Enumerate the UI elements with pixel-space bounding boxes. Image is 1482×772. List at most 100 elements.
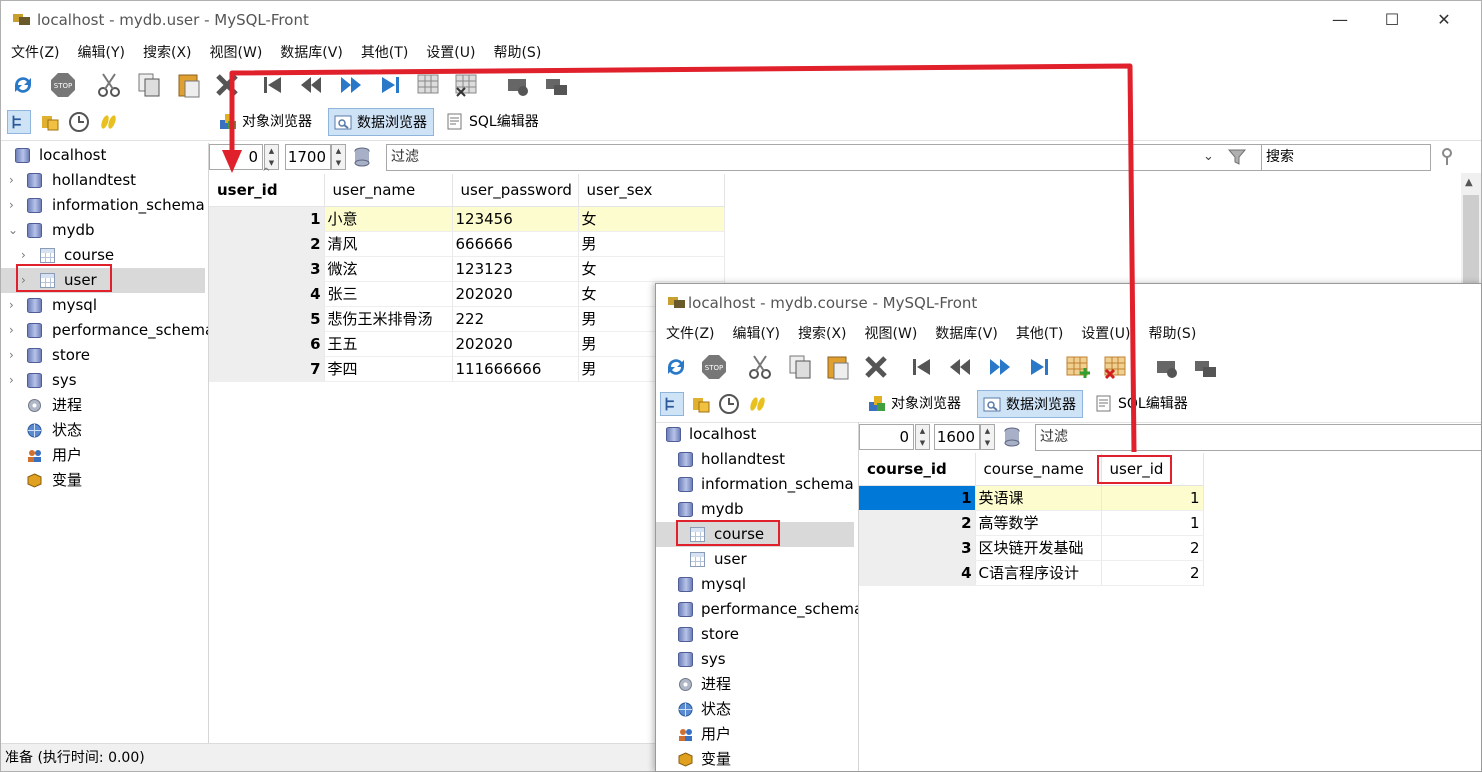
favorites-icon[interactable] <box>38 110 62 134</box>
tree-item-mydb[interactable]: ⌄ mydb <box>1 218 208 243</box>
tree-item-hollandtest[interactable]: › hollandtest <box>1 168 208 193</box>
offset-input[interactable]: 0 <box>859 424 914 450</box>
menu-settings[interactable]: 设置(U) <box>1071 320 1138 343</box>
expand-chevron-icon[interactable]: › <box>9 193 21 218</box>
limit-input[interactable]: 1600 <box>934 424 980 450</box>
table-row[interactable]: 5 悲伤王米排骨汤 222 男 <box>209 306 725 332</box>
post-icon[interactable] <box>1154 353 1182 381</box>
menu-help[interactable]: 帮助(S) <box>483 39 549 62</box>
table-row[interactable]: 2 高等数学 1 <box>859 510 1204 536</box>
column-header-user-name[interactable]: user_name <box>324 174 453 207</box>
delete-icon[interactable] <box>862 353 890 381</box>
previous-page-icon[interactable] <box>946 353 974 381</box>
menu-database[interactable]: 数据库(V) <box>270 39 351 62</box>
tree-item-mysql[interactable]: › mysql <box>1 293 208 318</box>
expand-chevron-icon[interactable]: › <box>9 168 21 193</box>
tree-item-variables[interactable]: 变量 <box>1 468 208 493</box>
scrollbar-thumb[interactable] <box>1463 195 1479 285</box>
collapse-chevron-icon[interactable]: ⌄ <box>8 218 20 243</box>
menu-other[interactable]: 其他(T) <box>1006 320 1071 343</box>
tree-item-processes[interactable]: 进程 <box>656 672 858 697</box>
table-row[interactable]: 4 C语言程序设计 2 <box>859 560 1204 586</box>
filter-dropdown-chevron-icon[interactable]: ⌄ <box>1203 149 1214 164</box>
minimize-button[interactable]: — <box>1317 6 1363 34</box>
limit-spinner[interactable]: ▲ ▼ <box>331 144 346 170</box>
menu-other[interactable]: 其他(T) <box>351 39 416 62</box>
tree-item-sys[interactable]: sys <box>656 647 858 672</box>
table-row[interactable]: 3 区块链开发基础 2 <box>859 535 1204 561</box>
expand-chevron-icon[interactable]: › <box>21 243 33 268</box>
first-record-icon[interactable] <box>259 71 287 99</box>
delete-row-icon[interactable] <box>1102 353 1130 381</box>
column-header-course-id[interactable]: course_id <box>859 453 976 486</box>
menu-help[interactable]: 帮助(S) <box>1138 320 1204 343</box>
history-icon[interactable] <box>67 110 91 134</box>
tree-view-icon[interactable] <box>660 392 684 416</box>
tree-item-user[interactable]: user <box>656 547 858 572</box>
menu-view[interactable]: 视图(W) <box>200 39 271 62</box>
cut-icon[interactable] <box>746 353 774 381</box>
filter-funnel-icon[interactable] <box>1227 147 1247 167</box>
tree-item-performance-schema[interactable]: performance_schema <box>656 597 858 622</box>
tab-object-browser[interactable]: 对象浏览器 <box>214 108 318 136</box>
tree-item-user[interactable]: › user <box>1 268 205 293</box>
sql-history-icon[interactable] <box>96 110 120 134</box>
table-row[interactable]: 1 小意 123456 女 <box>209 206 725 232</box>
favorites-icon[interactable] <box>689 392 713 416</box>
tree-item-information-schema[interactable]: information_schema <box>656 472 858 497</box>
column-header-user-id[interactable]: user_id <box>209 174 325 207</box>
limit-input[interactable]: 1700 <box>285 144 331 170</box>
menu-settings[interactable]: 设置(U) <box>416 39 483 62</box>
first-record-icon[interactable] <box>908 353 936 381</box>
stop-icon[interactable]: STOP <box>49 71 77 99</box>
tree-item-information-schema[interactable]: › information_schema <box>1 193 208 218</box>
menu-edit[interactable]: 编辑(Y) <box>68 39 133 62</box>
tree-item-users[interactable]: 用户 <box>656 722 858 747</box>
cut-icon[interactable] <box>95 71 123 99</box>
expand-chevron-icon[interactable]: › <box>9 318 21 343</box>
expand-chevron-icon[interactable]: › <box>9 293 21 318</box>
tab-sql-editor[interactable]: SQL编辑器 <box>1090 390 1194 418</box>
insert-row-icon[interactable] <box>415 71 443 99</box>
column-header-user-password[interactable]: user_password <box>452 174 579 207</box>
post-icon[interactable] <box>505 71 533 99</box>
delete-icon[interactable] <box>213 71 241 99</box>
tree-item-hollandtest[interactable]: hollandtest <box>656 447 858 472</box>
close-button[interactable]: ✕ <box>1421 6 1467 34</box>
tree-item-sys[interactable]: › sys <box>1 368 208 393</box>
search-input[interactable]: 搜索 <box>1261 144 1431 171</box>
tree-item-status[interactable]: 状态 <box>1 418 208 443</box>
column-header-user-sex[interactable]: user_sex <box>578 174 725 207</box>
vertical-scrollbar[interactable]: ▲ <box>1461 173 1481 289</box>
menu-edit[interactable]: 编辑(Y) <box>723 320 788 343</box>
tree-item-mydb[interactable]: mydb <box>656 497 858 522</box>
delete-row-icon[interactable] <box>453 71 481 99</box>
column-header-user-id[interactable]: user_id <box>1101 453 1204 486</box>
menu-file[interactable]: 文件(Z) <box>1 39 68 62</box>
tree-item-processes[interactable]: 进程 <box>1 393 208 418</box>
menu-view[interactable]: 视图(W) <box>855 320 926 343</box>
tree-item-store[interactable]: store <box>656 622 858 647</box>
menu-database[interactable]: 数据库(V) <box>925 320 1006 343</box>
next-page-icon[interactable] <box>337 71 365 99</box>
table-row[interactable]: 1 英语课 1 <box>859 485 1204 511</box>
expand-chevron-icon[interactable]: › <box>21 268 33 293</box>
tree-item-status[interactable]: 状态 <box>656 697 858 722</box>
tree-item-course[interactable]: › course <box>1 243 208 268</box>
scroll-up-icon[interactable]: ▲ <box>1465 177 1473 188</box>
refresh-icon[interactable] <box>9 71 37 99</box>
stop-icon[interactable]: STOP <box>700 353 728 381</box>
limit-database-icon[interactable] <box>1003 427 1021 447</box>
tab-data-browser[interactable]: 数据浏览器 <box>328 108 434 136</box>
last-record-icon[interactable] <box>1026 353 1054 381</box>
tree-view-icon[interactable] <box>7 110 31 134</box>
search-icon[interactable] <box>1439 147 1455 167</box>
table-row[interactable]: 2 清风 666666 男 <box>209 231 725 257</box>
menu-search[interactable]: 搜索(X) <box>788 320 855 343</box>
expand-chevron-icon[interactable]: › <box>9 368 21 393</box>
maximize-button[interactable]: ☐ <box>1369 6 1415 34</box>
table-row[interactable]: 6 王五 202020 男 <box>209 331 725 357</box>
tree-item-mysql[interactable]: mysql <box>656 572 858 597</box>
tab-object-browser[interactable]: 对象浏览器 <box>863 390 967 418</box>
cancel-edit-icon[interactable] <box>543 71 571 99</box>
